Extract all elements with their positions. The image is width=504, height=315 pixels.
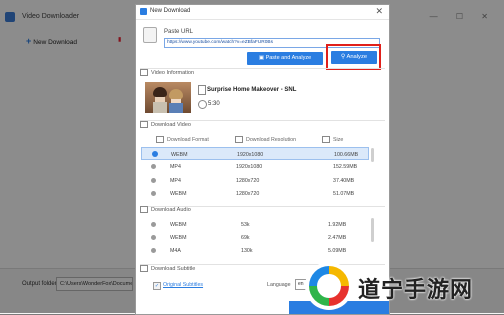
col-header-size: Size	[322, 136, 343, 143]
dialog-title: New Download	[150, 8, 191, 14]
video-thumbnail	[145, 82, 191, 113]
clipboard-icon: ▣	[258, 55, 266, 61]
video-row[interactable]: WEBM 1920x1080 100.66MB	[141, 147, 369, 160]
download-subtitle-header: Download Subtitle	[140, 265, 195, 272]
audio-section-icon	[140, 206, 148, 213]
selected-check-icon[interactable]	[152, 151, 158, 157]
dialog-app-icon	[140, 8, 147, 15]
radio-button[interactable]	[151, 191, 156, 196]
row-bitrate: 53k	[241, 222, 250, 228]
video-scrollbar[interactable]	[371, 148, 374, 162]
language-label: Language	[267, 282, 291, 288]
row-format: MP4	[170, 164, 181, 170]
link-icon	[143, 27, 157, 43]
video-info-header: Video Information	[140, 69, 194, 76]
row-format: MP4	[170, 178, 181, 184]
new-download-dialog: New Download ✕ Paste URL https://www.you…	[135, 4, 390, 315]
download-subtitle-label: Download Subtitle	[151, 265, 196, 272]
row-size: 51.07MB	[333, 191, 355, 197]
file-icon	[198, 85, 206, 95]
radio-button[interactable]	[151, 248, 156, 253]
dialog-titlebar: New Download ✕	[136, 5, 389, 20]
radio-button[interactable]	[151, 235, 156, 240]
row-resolution: 1920x1080	[237, 152, 264, 158]
radio-button[interactable]	[151, 164, 156, 169]
size-icon	[322, 136, 330, 143]
row-resolution: 1280x720	[236, 178, 260, 184]
video-section-icon	[140, 121, 148, 128]
row-size: 5.09MB	[328, 248, 347, 254]
info-icon	[140, 69, 148, 76]
row-resolution: 1920x1080	[236, 164, 263, 170]
row-format: WEBM	[170, 222, 187, 228]
original-subtitles-label[interactable]: Original Subtitles	[163, 282, 203, 288]
close-icon[interactable]: ✕	[375, 6, 383, 17]
video-title: Surprise Home Makeover - SNL	[207, 87, 297, 93]
download-audio-label: Download Audio	[151, 206, 191, 213]
original-subtitles-checkbox[interactable]: ✓	[153, 282, 161, 290]
clock-icon	[198, 100, 207, 109]
row-bitrate: 69k	[241, 235, 250, 241]
col-header-resolution: Download Resolution	[235, 136, 296, 143]
watermark-text: 道宁手游网	[358, 277, 474, 302]
paste-and-analyze-button[interactable]: ▣ Paste and Analyze	[247, 52, 323, 65]
url-label: Paste URL	[164, 29, 194, 35]
col-header-format: Download Format	[156, 136, 209, 143]
radio-button[interactable]	[151, 178, 156, 183]
audio-row[interactable]: WEBM 69k 2.47MB	[141, 231, 369, 244]
row-size: 152.59MB	[333, 164, 358, 170]
row-format: WEBM	[170, 191, 187, 197]
video-row[interactable]: WEBM 1280x720 51.07MB	[141, 187, 369, 200]
audio-table: WEBM 53k 1.92MB WEBM 69k 2.47MB M4A 130k…	[141, 218, 369, 258]
audio-row[interactable]: M4A 130k 5.09MB	[141, 244, 369, 257]
video-info-label: Video Information	[151, 69, 195, 76]
row-size: 1.92MB	[328, 222, 347, 228]
col-header-size-label: Size	[333, 136, 344, 143]
video-table: WEBM 1920x1080 100.66MB MP4 1920x1080 15…	[141, 147, 369, 201]
col-header-resolution-label: Download Resolution	[246, 136, 297, 143]
download-video-label: Download Video	[151, 121, 191, 128]
radio-button[interactable]	[151, 222, 156, 227]
watermark-logo-icon	[305, 262, 353, 310]
col-header-format-label: Download Format	[167, 136, 209, 143]
resolution-icon	[235, 136, 243, 143]
format-icon	[156, 136, 164, 143]
download-audio-header: Download Audio	[140, 206, 191, 213]
row-bitrate: 130k	[241, 248, 253, 254]
audio-row[interactable]: WEBM 53k 1.92MB	[141, 218, 369, 231]
video-row[interactable]: MP4 1280x720 37.40MB	[141, 174, 369, 187]
row-size: 100.66MB	[334, 152, 359, 158]
row-size: 2.47MB	[328, 235, 347, 241]
video-duration: 5:30	[208, 101, 220, 107]
audio-scrollbar[interactable]	[371, 218, 374, 242]
download-video-header: Download Video	[140, 121, 191, 128]
row-format: M4A	[170, 248, 181, 254]
subtitle-cc-icon	[140, 265, 148, 272]
analyze-highlight-box	[326, 44, 381, 70]
video-row[interactable]: MP4 1920x1080 152.59MB	[141, 160, 369, 173]
row-resolution: 1280x720	[236, 191, 260, 197]
paste-and-analyze-label: Paste and Analyze	[265, 55, 312, 61]
row-size: 37.40MB	[333, 178, 355, 184]
row-format: WEBM	[170, 235, 187, 241]
row-format: WEBM	[171, 152, 188, 158]
